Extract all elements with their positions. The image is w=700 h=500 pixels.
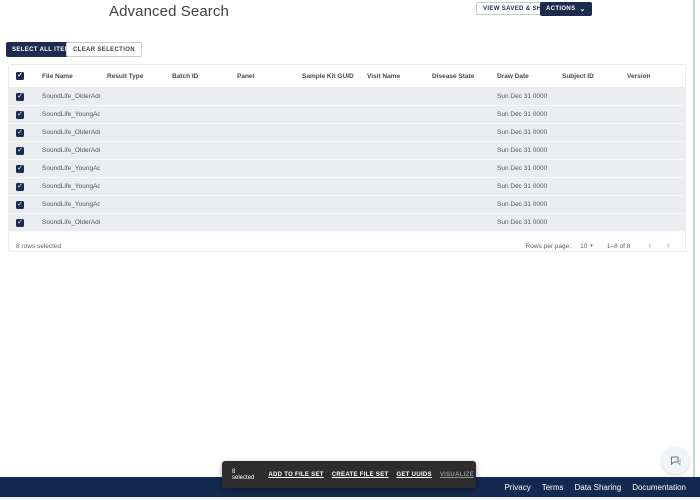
row-checkbox-cell: ✓ (9, 93, 35, 101)
cell-file-name: SoundLife_OlderAdult_Fe (35, 129, 100, 136)
table-row[interactable]: ✓ SoundLife_YoungAdult_F Sun Dec 31 0000 (9, 160, 685, 178)
footer-link-terms[interactable]: Terms (542, 483, 564, 492)
results-table: ✓ File NameResult TypeBatch IDPanelSampl… (8, 64, 686, 252)
row-checkbox-cell: ✓ (9, 147, 35, 155)
chat-button[interactable] (662, 447, 689, 474)
table-header-row: ✓ File NameResult TypeBatch IDPanelSampl… (9, 65, 685, 88)
column-header-sample-kit-guid: Sample Kit GUID (295, 73, 360, 80)
rows-selected-summary: 8 rows selected (16, 243, 61, 250)
table-pagination: 8 rows selected Rows per page: 10 ▾ 1–8 … (9, 232, 685, 252)
cell-draw-date: Sun Dec 31 0000 (490, 93, 555, 100)
cell-draw-date: Sun Dec 31 0000 (490, 129, 555, 136)
column-header-version: Version (620, 73, 685, 80)
select-all-checkbox-cell: ✓ (9, 72, 35, 80)
cell-file-name: SoundLife_YoungAdult_M... (35, 201, 100, 208)
row-checkbox[interactable]: ✓ (16, 183, 24, 191)
actions-button-label: ACTIONS (546, 6, 575, 12)
column-header-file-name: File Name (35, 73, 100, 80)
footer-links: Privacy Terms Data Sharing Documentation (504, 483, 686, 492)
table-row[interactable]: ✓ SoundLife_YoungAdult_M... Sun Dec 31 000… (9, 178, 685, 196)
advanced-search-page: Advanced Search VIEW SAVED & SHARED ACTI… (0, 0, 700, 500)
pagination-range: 1–8 of 8 (607, 243, 631, 250)
page-scrollbar[interactable] (693, 0, 695, 477)
table-row[interactable]: ✓ SoundLife_OlderAdult_Fe Sun Dec 31 0000 (9, 124, 685, 142)
row-checkbox-cell: ✓ (9, 219, 35, 227)
column-header-batch-id: Batch ID (165, 73, 230, 80)
clear-selection-button[interactable]: CLEAR SELECTION (66, 42, 142, 57)
cell-file-name: SoundLife_OlderAdult_M... (35, 219, 100, 226)
row-checkbox[interactable]: ✓ (16, 93, 24, 101)
row-checkbox[interactable]: ✓ (16, 219, 24, 227)
previous-page-button[interactable]: ‹ (645, 241, 654, 251)
cell-draw-date: Sun Dec 31 0000 (490, 219, 555, 226)
table-row[interactable]: ✓ SoundLife_YoungAdult_M... Sun Dec 31 000… (9, 196, 685, 214)
snackbar-action-create-file-set[interactable]: CREATE FILE SET (332, 472, 389, 478)
page-title: Advanced Search (109, 3, 229, 20)
chevron-down-icon: ⌄ (579, 6, 585, 13)
cell-draw-date: Sun Dec 31 0000 (490, 183, 555, 190)
cell-file-name: SoundLife_OlderAdult_M... (35, 93, 100, 100)
row-checkbox-cell: ✓ (9, 111, 35, 119)
column-header-visit-name: Visit Name (360, 73, 425, 80)
row-checkbox[interactable]: ✓ (16, 129, 24, 137)
cell-file-name: SoundLife_YoungAdult_F (35, 111, 100, 118)
select-caret-icon: ▾ (590, 243, 593, 249)
snackbar-action-visualize[interactable]: VISUALIZE (440, 472, 474, 478)
column-header-result-type: Result Type (100, 73, 165, 80)
select-all-checkbox[interactable]: ✓ (16, 72, 24, 80)
close-icon[interactable]: ✕ (482, 470, 489, 479)
row-checkbox-cell: ✓ (9, 183, 35, 191)
cell-draw-date: Sun Dec 31 0000 (490, 165, 555, 172)
rows-per-page-label: Rows per page: (526, 243, 572, 250)
next-page-button[interactable]: › (664, 241, 673, 251)
snackbar-action-add-to-file-set[interactable]: ADD TO FILE SET (268, 472, 323, 478)
column-header-draw-date: Draw Date (490, 73, 555, 80)
cell-draw-date: Sun Dec 31 0000 (490, 201, 555, 208)
rows-per-page-value: 10 (580, 243, 587, 250)
snackbar-action-get-uuids[interactable]: GET UUIDS (396, 472, 431, 478)
column-header-disease-state: Disease State (425, 73, 490, 80)
snackbar-actions: ADD TO FILE SET CREATE FILE SET GET UUIDS V… (268, 472, 474, 478)
selected-count: 8 selected (232, 469, 254, 481)
selection-snackbar: 8 selected ADD TO FILE SET CREATE FILE SE… (222, 461, 476, 488)
table-row[interactable]: ✓ SoundLife_OlderAdult_Fe Sun Dec 31 0000 (9, 142, 685, 160)
cell-draw-date: Sun Dec 31 0000 (490, 147, 555, 154)
row-checkbox[interactable]: ✓ (16, 111, 24, 119)
table-row[interactable]: ✓ SoundLife_YoungAdult_F Sun Dec 31 0000 (9, 106, 685, 124)
table-body: ✓ SoundLife_OlderAdult_M... Sun Dec 31 000… (9, 88, 685, 232)
row-checkbox-cell: ✓ (9, 165, 35, 173)
row-checkbox-cell: ✓ (9, 129, 35, 137)
rows-per-page-select[interactable]: 10 ▾ (580, 243, 593, 250)
row-checkbox-cell: ✓ (9, 201, 35, 209)
row-checkbox[interactable]: ✓ (16, 165, 24, 173)
column-header-subject-id: Subject ID (555, 73, 620, 80)
actions-button[interactable]: ACTIONS ⌄ (540, 2, 592, 16)
row-checkbox[interactable]: ✓ (16, 147, 24, 155)
footer-link-privacy[interactable]: Privacy (504, 483, 530, 492)
footer-link-documentation[interactable]: Documentation (632, 483, 686, 492)
cell-draw-date: Sun Dec 31 0000 (490, 111, 555, 118)
footer-link-data-sharing[interactable]: Data Sharing (574, 483, 621, 492)
chat-icon (670, 455, 682, 467)
table-row[interactable]: ✓ SoundLife_OlderAdult_M... Sun Dec 31 000… (9, 214, 685, 232)
row-checkbox[interactable]: ✓ (16, 201, 24, 209)
cell-file-name: SoundLife_YoungAdult_F (35, 165, 100, 172)
column-header-panel: Panel (230, 73, 295, 80)
cell-file-name: SoundLife_OlderAdult_Fe (35, 147, 100, 154)
table-row[interactable]: ✓ SoundLife_OlderAdult_M... Sun Dec 31 000… (9, 88, 685, 106)
cell-file-name: SoundLife_YoungAdult_M... (35, 183, 100, 190)
